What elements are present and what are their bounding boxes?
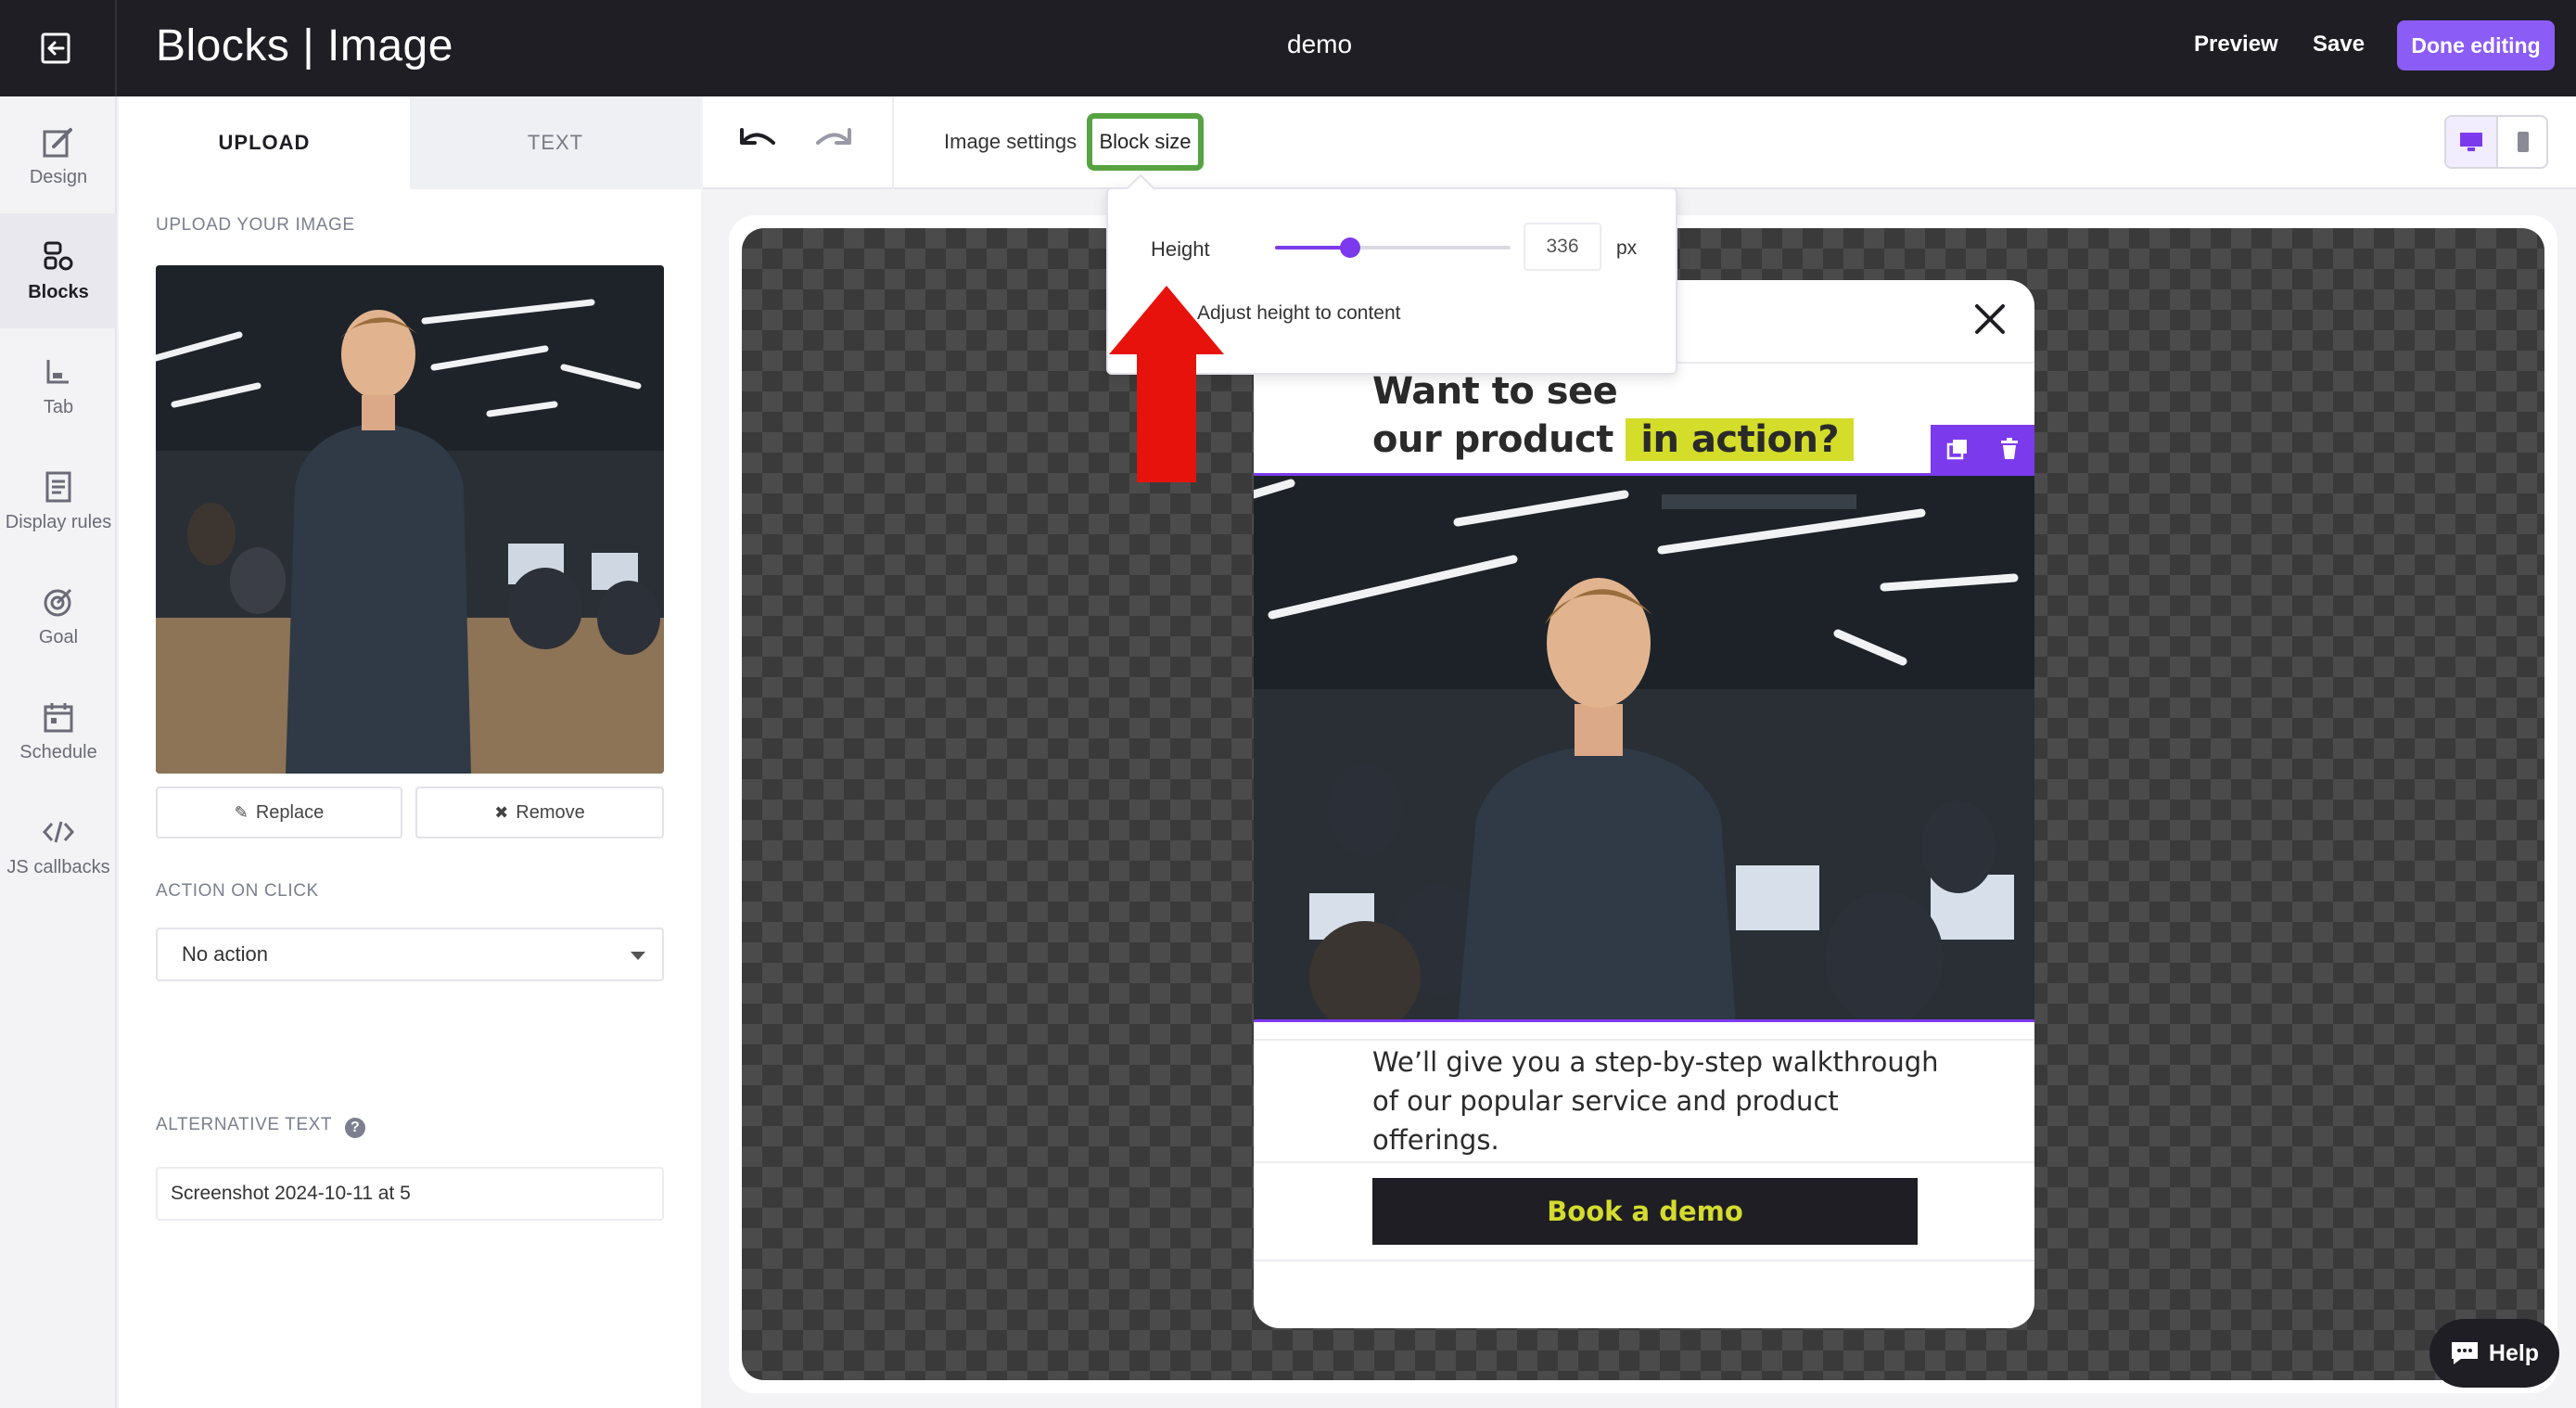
desktop-view-button[interactable] xyxy=(2446,117,2498,167)
replace-button[interactable]: ✎ Replace xyxy=(156,787,402,838)
block-guide-line xyxy=(1254,1161,2034,1163)
headline-line-2: our product in action? xyxy=(1372,416,1855,464)
sidebar-item-label: Goal xyxy=(38,626,79,647)
red-arrow-annotation xyxy=(1109,286,1224,482)
block-guide-line xyxy=(1254,1260,2034,1261)
replace-label: Replace xyxy=(255,801,325,823)
tab-text[interactable]: TEXT xyxy=(410,96,701,189)
exit-icon xyxy=(41,32,70,64)
sidebar-item-display-rules[interactable]: Display rules xyxy=(0,443,117,558)
action-on-click-label: ACTION ON CLICK xyxy=(156,881,319,901)
sidebar-item-label: Design xyxy=(29,166,88,187)
top-bar: Blocks | Image demo Preview Save Done ed… xyxy=(0,0,2576,96)
popup-body-text[interactable]: We’ll give you a step-by-step walkthroug… xyxy=(1372,1043,1947,1159)
trash-icon[interactable] xyxy=(1999,438,2020,460)
save-button[interactable]: Save xyxy=(2313,32,2365,58)
alternative-text-value: Screenshot 2024-10-11 at 5 xyxy=(171,1183,411,1204)
sidebar-item-label: Blocks xyxy=(28,281,89,302)
settings-panel: UPLOAD TEXT UPLOAD YOUR IMAGE ✎ Replace … xyxy=(119,96,701,1408)
display-rules-icon xyxy=(45,471,71,502)
sidebar-item-label: Display rules xyxy=(5,511,112,532)
block-actions xyxy=(1931,425,2034,473)
mobile-icon xyxy=(2518,132,2529,152)
popup-image-block[interactable] xyxy=(1254,473,2034,1022)
campaign-name[interactable]: demo xyxy=(1287,30,1352,59)
headline-highlight: in action? xyxy=(1626,418,1855,461)
height-slider[interactable] xyxy=(1275,237,1511,258)
editor-toolbar: Image settings Block size xyxy=(703,96,2576,189)
device-view-toggle xyxy=(2444,115,2548,169)
done-editing-button[interactable]: Done editing xyxy=(2397,20,2555,70)
remove-button[interactable]: ✖ Remove xyxy=(415,787,664,838)
block-guide-line xyxy=(1254,1039,2034,1041)
sidebar-item-js-callbacks[interactable]: JS callbacks xyxy=(0,788,117,903)
book-demo-button[interactable]: Book a demo xyxy=(1372,1178,1918,1245)
goal-icon xyxy=(44,588,72,616)
block-size-button[interactable]: Block size xyxy=(1087,113,1204,171)
adjust-height-checkbox-label[interactable]: Adjust height to content xyxy=(1197,302,1401,325)
redo-icon[interactable] xyxy=(812,124,853,158)
sidebar-item-label: Tab xyxy=(43,396,74,417)
help-icon[interactable]: ? xyxy=(345,1118,366,1138)
toolbar-divider xyxy=(892,96,894,189)
page-title: Blocks | Image xyxy=(156,21,453,70)
action-on-click-select[interactable]: No action xyxy=(156,928,664,981)
sidebar-item-schedule[interactable]: Schedule xyxy=(0,673,117,788)
sidebar-item-goal[interactable]: Goal xyxy=(0,558,117,673)
uploaded-image-thumbnail xyxy=(156,265,664,774)
help-label: Help xyxy=(2488,1339,2540,1366)
image-settings-button[interactable]: Image settings xyxy=(944,130,1077,154)
undo-icon[interactable] xyxy=(738,124,779,158)
upload-label: UPLOAD YOUR IMAGE xyxy=(156,215,355,235)
duplicate-icon[interactable] xyxy=(1946,438,1969,460)
height-unit: px xyxy=(1616,237,1638,259)
remove-label: Remove xyxy=(516,801,585,823)
chevron-down-icon xyxy=(631,952,645,960)
preview-button[interactable]: Preview xyxy=(2194,32,2278,58)
sidebar-item-tab[interactable]: Tab xyxy=(0,328,117,443)
mobile-view-button[interactable] xyxy=(2498,117,2546,167)
height-input[interactable]: 336 xyxy=(1524,223,1601,271)
headline-line-2-text: our product xyxy=(1372,418,1613,461)
height-label: Height xyxy=(1151,237,1210,261)
desktop-icon xyxy=(2460,133,2482,151)
sidebar-item-label: JS callbacks xyxy=(6,856,110,877)
close-icon: ✖ xyxy=(494,802,509,822)
sidebar-rail: Design Blocks Tab Display rules Goal Sch… xyxy=(0,96,117,1408)
sidebar-item-label: Schedule xyxy=(19,741,97,762)
exit-editor-button[interactable] xyxy=(0,0,117,96)
pencil-icon: ✎ xyxy=(234,802,249,822)
action-on-click-value: No action xyxy=(182,942,268,966)
schedule-icon xyxy=(44,702,73,732)
chat-icon xyxy=(2451,1342,2478,1364)
panel-tabs: UPLOAD TEXT xyxy=(119,96,701,189)
sidebar-item-design[interactable]: Design xyxy=(0,98,117,213)
blocks-icon xyxy=(44,241,73,270)
tab-upload[interactable]: UPLOAD xyxy=(119,96,410,189)
height-slider-fill xyxy=(1275,246,1351,250)
alternative-text-label: ALTERNATIVE TEXT? xyxy=(156,1115,366,1138)
code-icon xyxy=(42,821,75,842)
help-button[interactable]: Help xyxy=(2429,1319,2559,1388)
alternative-text-label-text: ALTERNATIVE TEXT xyxy=(156,1115,333,1134)
alternative-text-input[interactable]: Screenshot 2024-10-11 at 5 xyxy=(156,1167,664,1221)
popup-headline[interactable]: Want to see our product in action? xyxy=(1372,367,1855,464)
height-slider-thumb[interactable] xyxy=(1340,237,1361,258)
tab-icon xyxy=(46,359,69,383)
design-icon xyxy=(43,127,72,157)
sidebar-item-blocks[interactable]: Blocks xyxy=(0,213,117,328)
popup-preview: Want to see our product in action? We’ll… xyxy=(1254,280,2034,1328)
close-icon[interactable] xyxy=(1970,299,2010,339)
